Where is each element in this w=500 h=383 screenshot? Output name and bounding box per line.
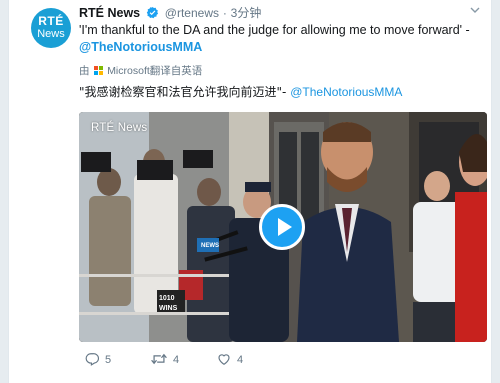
translated-quote: "我感谢检察官和法官允许我向前迈进"- — [79, 85, 287, 99]
tweet-header: RTÉ News @rtenews · 3分钟 — [79, 5, 261, 21]
sign-text-1: 1010 — [159, 295, 175, 302]
retweet-count: 4 — [173, 354, 180, 366]
retweet-action[interactable]: 4 — [151, 352, 179, 366]
video-player[interactable]: 1010 WINS NEWS RTÉ News — [79, 112, 487, 342]
translated-text: "我感谢检察官和法官允许我向前迈进"- @TheNotoriousMMA — [79, 84, 479, 100]
sign-text-2: WINS — [159, 305, 178, 312]
play-button[interactable] — [259, 204, 305, 250]
microsoft-logo-icon — [93, 66, 103, 75]
mic-text: NEWS — [201, 243, 219, 249]
reply-action[interactable]: 5 — [85, 352, 111, 366]
like-count: 4 — [237, 354, 244, 366]
play-icon — [278, 218, 292, 236]
retweet-icon — [151, 353, 167, 365]
reply-icon — [85, 353, 100, 366]
translation-attribution: 由 Microsoft翻译自英语 — [79, 64, 202, 78]
like-action[interactable]: 4 — [217, 352, 243, 366]
heart-icon — [218, 354, 230, 365]
translation-prefix: 由 — [79, 65, 90, 77]
verified-badge-icon — [146, 6, 159, 19]
translation-brand[interactable]: Microsoft — [107, 65, 150, 77]
translation-suffix: 翻译自英语 — [149, 65, 203, 77]
chevron-down-icon[interactable] — [469, 4, 481, 16]
separator-dot: · — [222, 6, 227, 20]
user-handle[interactable]: @rtenews — [165, 6, 219, 20]
tweet-quote: 'I'm thankful to the DA and the judge fo… — [79, 23, 470, 37]
display-name[interactable]: RTÉ News — [79, 6, 140, 20]
tweet-card[interactable]: RTÉ News RTÉ News @rtenews · 3分钟 'I'm th… — [8, 0, 492, 383]
avatar-text-line1: RTÉ — [38, 14, 64, 28]
tweet-text: 'I'm thankful to the DA and the judge fo… — [79, 22, 479, 56]
reply-count: 5 — [105, 354, 112, 366]
translated-mention-link[interactable]: @TheNotoriousMMA — [290, 85, 402, 99]
tweet-timestamp[interactable]: 3分钟 — [231, 6, 262, 20]
avatar[interactable]: RTÉ News — [31, 8, 71, 48]
avatar-text-line2: News — [37, 28, 65, 40]
mention-link[interactable]: @TheNotoriousMMA — [79, 40, 202, 54]
media-overlay-logo: RTÉ News — [91, 122, 148, 134]
